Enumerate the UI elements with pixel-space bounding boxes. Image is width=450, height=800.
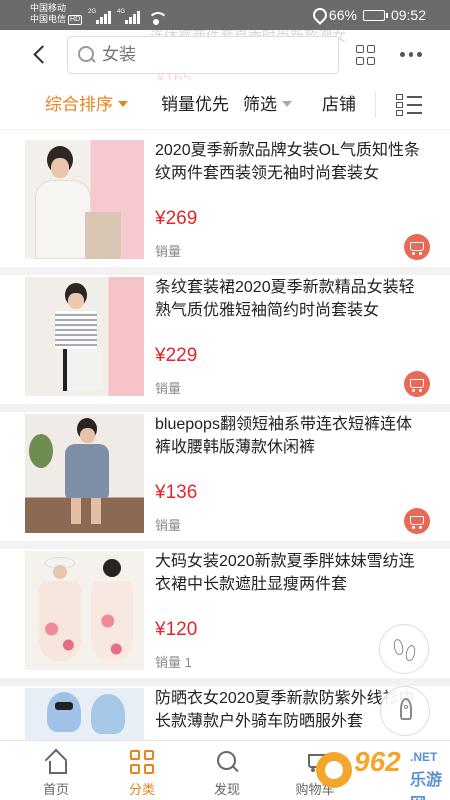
product-sales: 销量 1 — [155, 655, 192, 670]
carrier-info: 中国移动 中国电信 HD — [30, 3, 83, 25]
shop-label: 店铺 — [322, 95, 356, 114]
signal-1-icon: 2G — [88, 9, 111, 24]
network-1-label: 2G — [88, 9, 97, 15]
nav-category[interactable]: 分类 — [97, 741, 187, 800]
product-sales: 销量 — [155, 244, 182, 259]
product-image[interactable] — [25, 277, 144, 396]
filter-divider — [375, 92, 376, 118]
battery-percent: 66% — [328, 7, 357, 23]
search-input[interactable] — [102, 45, 302, 65]
network-2-label: 4G — [117, 9, 126, 15]
footprint-icon — [404, 644, 417, 662]
add-to-cart-icon[interactable] — [404, 508, 430, 534]
watermark-icon — [316, 752, 352, 788]
search-icon — [78, 46, 96, 64]
battery-icon — [362, 9, 388, 21]
caret-down-icon — [118, 100, 128, 107]
product-item[interactable]: 条纹套装裙2020夏季新款精品女装轻熟气质优雅短袖简约时尚套装女 ¥229 销量 — [0, 267, 450, 404]
home-icon — [45, 751, 67, 774]
grid-icon[interactable] — [356, 45, 376, 65]
signal-indicators: 2G 4G — [88, 6, 168, 25]
add-to-cart-icon[interactable] — [404, 371, 430, 397]
watermark-logo: 962 .NET 乐游网 — [306, 744, 446, 800]
product-title[interactable]: 2020夏季新款品牌女装OL气质知性条纹两件套西装领无袖时尚套装女 — [155, 139, 427, 185]
location-icon — [313, 8, 323, 22]
nav-label: 发现 — [213, 782, 240, 797]
watermark-cn: 乐游网 — [410, 772, 443, 800]
product-image[interactable] — [25, 688, 144, 740]
nav-label: 分类 — [128, 782, 155, 797]
back-to-top-button[interactable] — [380, 686, 430, 736]
carrier-2: 中国电信 — [30, 14, 67, 24]
footprint-icon — [392, 638, 405, 656]
status-right: 66% 09:52 — [313, 0, 426, 30]
header: 连体裤两件套夏季时尚新款潮女 ¥165 — [0, 30, 450, 80]
add-to-cart-icon[interactable] — [404, 234, 430, 260]
product-title[interactable]: 条纹套装裙2020夏季新款精品女装轻熟气质优雅短袖简约时尚套装女 — [155, 276, 427, 322]
nav-discover[interactable]: 发现 — [182, 741, 272, 800]
wifi-icon — [148, 12, 168, 25]
status-bar: 中国移动 中国电信 HD 2G 4G 66% 09:52 — [0, 0, 450, 30]
back-button[interactable] — [28, 43, 52, 67]
nav-home[interactable]: 首页 — [11, 741, 101, 800]
watermark-brand: 962 — [354, 746, 401, 777]
product-price: ¥120 — [155, 619, 198, 640]
clock: 09:52 — [390, 7, 426, 23]
product-sales: 销量 — [155, 518, 182, 533]
product-item[interactable]: 2020夏季新款品牌女装OL气质知性条纹两件套西装领无袖时尚套装女 ¥269 销… — [0, 130, 450, 267]
sort-dropdown[interactable]: 综合排序 — [45, 80, 128, 130]
product-image[interactable] — [25, 551, 144, 670]
rocket-icon — [400, 698, 412, 720]
filter-dropdown[interactable]: 筛选 — [243, 80, 292, 130]
category-icon — [130, 750, 154, 774]
sort-label: 综合排序 — [45, 95, 113, 114]
shop-tab[interactable]: 店铺 — [322, 80, 356, 130]
hd-badge: HD — [68, 14, 83, 25]
watermark-domain: .NET — [410, 750, 438, 764]
caret-down-icon — [282, 100, 292, 107]
product-title[interactable]: bluepops翻领短袖系带连衣短裤连体裤收腰韩版薄款休闲裤 — [155, 413, 427, 459]
product-sales: 销量 — [155, 381, 182, 396]
signal-2-icon: 4G — [117, 9, 140, 24]
carrier-1: 中国移动 — [30, 3, 67, 13]
product-price: ¥269 — [155, 208, 198, 229]
product-image[interactable] — [25, 140, 144, 259]
product-price: ¥136 — [155, 482, 198, 503]
product-title[interactable]: 大码女装2020新款夏季胖妹妹雪纺连衣裙中长款遮肚显瘦两件套 — [155, 550, 427, 596]
product-image[interactable] — [25, 414, 144, 533]
more-icon[interactable] — [400, 52, 423, 58]
sales-priority-tab[interactable]: 销量优先 — [161, 80, 229, 130]
footprint-button[interactable] — [379, 624, 429, 674]
sales-label: 销量优先 — [161, 95, 229, 114]
product-price: ¥229 — [155, 345, 198, 366]
filter-label: 筛选 — [243, 95, 277, 114]
discover-icon — [217, 751, 239, 773]
nav-label: 首页 — [42, 782, 69, 797]
list-view-icon[interactable] — [396, 94, 422, 116]
product-item[interactable]: bluepops翻领短袖系带连衣短裤连体裤收腰韩版薄款休闲裤 ¥136 销量 — [0, 404, 450, 541]
search-box[interactable] — [67, 36, 339, 74]
filter-bar: 综合排序 销量优先 筛选 店铺 — [0, 80, 450, 130]
